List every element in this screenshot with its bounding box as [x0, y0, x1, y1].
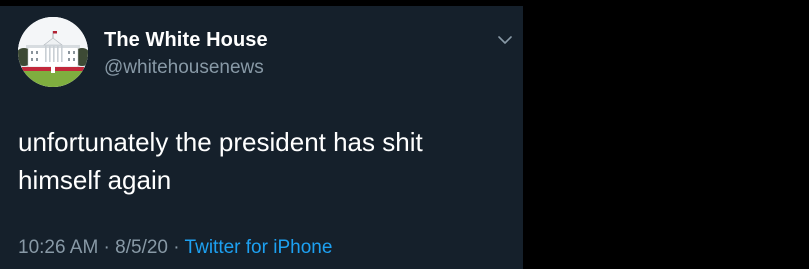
chevron-down-icon[interactable]	[497, 34, 513, 46]
tweet-text-line-1: unfortunately the president has shit	[18, 127, 423, 157]
meta-separator: ·	[168, 237, 185, 258]
white-house-avatar-image	[18, 17, 88, 87]
tweet-text: unfortunately the president has shit hims…	[18, 123, 508, 199]
meta-separator: ·	[98, 237, 116, 258]
avatar[interactable]	[18, 17, 88, 87]
tweet-time[interactable]: 10:26 AM	[18, 237, 98, 258]
tweet-date[interactable]: 8/5/20	[115, 237, 168, 258]
account-handle[interactable]: @whitehousenews	[104, 57, 264, 79]
display-name[interactable]: The White House	[104, 29, 268, 52]
tweet-meta: 10:26 AM · 8/5/20 · Twitter for iPhone	[18, 237, 332, 259]
tweet-text-line-2: himself again	[18, 165, 172, 195]
tweet-source-link[interactable]: Twitter for iPhone	[185, 237, 333, 258]
tweet-card: The White House @whitehousenews unfortun…	[0, 6, 523, 269]
